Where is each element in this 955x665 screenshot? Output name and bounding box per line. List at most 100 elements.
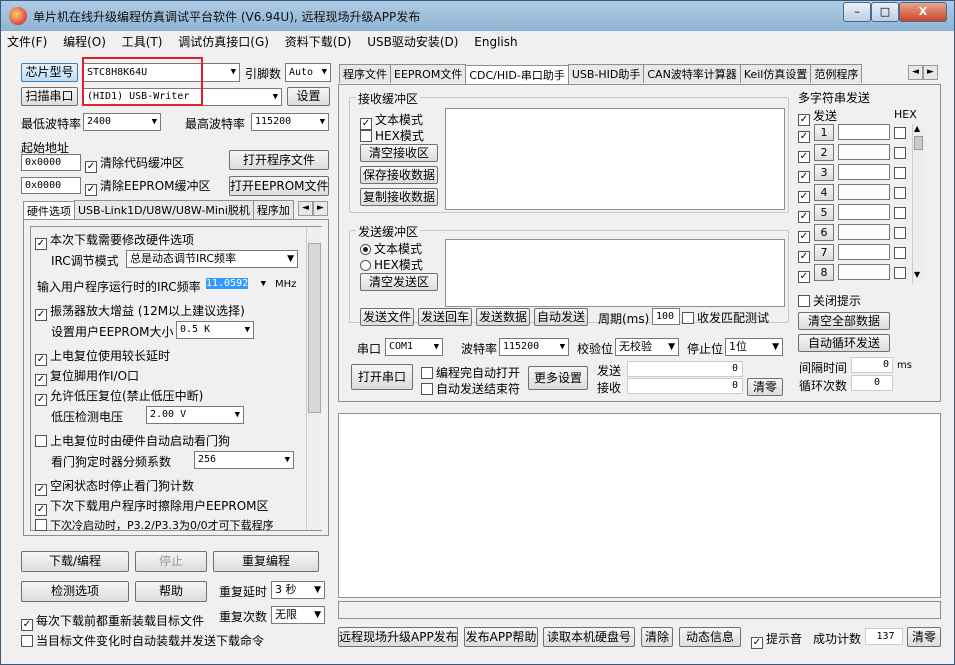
multi-row-input[interactable]	[838, 244, 890, 260]
multi-row-input[interactable]	[838, 144, 890, 160]
multi-row-hex-checkbox[interactable]	[894, 266, 909, 280]
multi-row-send-button[interactable]: 3	[814, 164, 834, 181]
multi-row-checkbox[interactable]: ✓	[798, 186, 813, 203]
period-input[interactable]: 100	[652, 308, 680, 325]
scroll-down-icon[interactable]: ▼	[914, 270, 920, 279]
menu-file[interactable]: 文件(F)	[7, 33, 47, 50]
tab-usb-link[interactable]: USB-Link1D/U8W/U8W-Mini脱机	[74, 200, 254, 219]
close-button[interactable]: X	[899, 2, 947, 22]
repeat-program-button[interactable]: 重复编程	[213, 551, 319, 572]
multi-row-hex-checkbox[interactable]	[894, 186, 909, 200]
send-cr-button[interactable]: 发送回车	[418, 308, 472, 326]
reload-before-checkbox[interactable]: ✓ 每次下载前都重新装载目标文件	[21, 612, 204, 631]
irc-mode-select[interactable]: 总是动态调节IRC频率 ▼	[126, 250, 298, 268]
tab-eeprom-file[interactable]: EEPROM文件	[390, 64, 467, 83]
max-baud-select[interactable]: 115200 ▼	[251, 113, 329, 131]
multi-row-send-button[interactable]: 8	[814, 264, 834, 281]
multi-row-checkbox[interactable]: ✓	[798, 166, 813, 183]
maximize-button[interactable]: □	[871, 2, 899, 22]
multi-row-checkbox[interactable]: ✓	[798, 146, 813, 163]
send-hex-mode-radio[interactable]: HEX模式	[360, 256, 423, 273]
multi-row-send-button[interactable]: 4	[814, 184, 834, 201]
multi-row-hex-checkbox[interactable]	[894, 246, 909, 260]
multi-row-hex-checkbox[interactable]	[894, 226, 909, 240]
remote-app-publish-button[interactable]: 远程现场升级APP发布	[338, 627, 458, 647]
tab-scroll-right-icon[interactable]: ►	[313, 201, 328, 216]
reset-success-count-button[interactable]: 清零	[907, 627, 941, 647]
power-delay-checkbox[interactable]: ✓ 上电复位使用较长延时	[35, 347, 170, 366]
p32-p33-checkbox[interactable]: 下次冷启动时，P3.2/P3.3为0/0才可下载程序	[35, 517, 274, 533]
tab-can-baud[interactable]: CAN波特率计算器	[643, 64, 741, 83]
receive-textarea[interactable]	[445, 108, 785, 210]
reset-io-checkbox[interactable]: ✓ 复位脚用作I/O口	[35, 367, 139, 386]
read-disk-id-button[interactable]: 读取本机硬盘号	[543, 627, 635, 647]
tab-program-file[interactable]: 程序文件	[339, 64, 391, 83]
tab-usb-hid[interactable]: USB-HID助手	[567, 64, 645, 83]
tip-sound-checkbox[interactable]: ✓ 提示音	[751, 630, 802, 649]
settings-button[interactable]: 设置	[287, 87, 330, 106]
tab-serial-assistant[interactable]: CDC/HID-串口助手	[465, 65, 569, 86]
open-eeprom-file-button[interactable]: 打开EEPROM文件	[229, 176, 329, 196]
tab-program-add[interactable]: 程序加	[252, 200, 294, 219]
auto-loop-send-button[interactable]: 自动循环发送	[798, 334, 890, 352]
idle-wdt-checkbox[interactable]: ✓ 空闲状态时停止看门狗计数	[35, 477, 194, 496]
erase-eeprom-checkbox[interactable]: ✓ 下次下载用户程序时擦除用户EEPROM区	[35, 497, 269, 516]
send-textarea[interactable]	[445, 239, 785, 307]
recv-hex-mode-checkbox[interactable]: HEX模式	[360, 127, 424, 144]
auto-open-checkbox[interactable]: 编程完自动打开	[421, 364, 520, 381]
open-port-button[interactable]: 打开串口	[351, 364, 413, 390]
stop-button[interactable]: 停止	[135, 551, 207, 572]
multi-row-checkbox[interactable]: ✓	[798, 206, 813, 223]
eeprom-size-select[interactable]: 0.5 K ▼	[176, 321, 254, 339]
multi-row-send-button[interactable]: 1	[814, 124, 834, 141]
wdt-auto-checkbox[interactable]: 上电复位时由硬件自动启动看门狗	[35, 432, 230, 449]
eeprom-address-input[interactable]: 0x0000	[21, 177, 81, 194]
scan-port-button[interactable]: 扫描串口	[21, 87, 78, 106]
interval-input[interactable]: 0	[851, 357, 893, 373]
clear-eeprom-checkbox[interactable]: ✓ 清除EEPROM缓冲区	[85, 177, 211, 196]
wdt-div-select[interactable]: 256 ▼	[194, 451, 294, 469]
auto-load-checkbox[interactable]: 当目标文件变化时自动装载并发送下载命令	[21, 632, 264, 649]
scroll-thumb[interactable]	[914, 136, 923, 150]
baud-rate-select[interactable]: 115200 ▼	[499, 338, 569, 356]
multi-row-hex-checkbox[interactable]	[894, 206, 909, 220]
multi-row-input[interactable]	[838, 264, 890, 280]
auto-send-button[interactable]: 自动发送	[534, 308, 588, 326]
multi-string-scrollbar[interactable]: ▲ ▼	[912, 124, 924, 284]
min-baud-select[interactable]: 2400 ▼	[83, 113, 161, 131]
lvd-reset-checkbox[interactable]: ✓ 允许低压复位(禁止低压中断)	[35, 387, 203, 406]
multi-row-hex-checkbox[interactable]	[894, 166, 909, 180]
multi-row-hex-checkbox[interactable]	[894, 126, 909, 140]
code-address-input[interactable]: 0x0000	[21, 154, 81, 171]
save-receive-button[interactable]: 保存接收数据	[360, 166, 438, 184]
app-help-button[interactable]: 发布APP帮助	[464, 627, 538, 647]
match-test-checkbox[interactable]: 收发匹配测试	[682, 309, 769, 326]
more-settings-button[interactable]: 更多设置	[528, 366, 588, 390]
repeat-delay-select[interactable]: 3 秒 ▼	[271, 581, 325, 599]
multi-row-send-button[interactable]: 6	[814, 224, 834, 241]
lvd-voltage-select[interactable]: 2.00 V ▼	[146, 406, 244, 424]
options-scrollbar[interactable]	[306, 227, 322, 530]
log-output-area[interactable]	[338, 413, 941, 598]
stop-bits-select[interactable]: 1位 ▼	[725, 338, 783, 356]
irc-freq-select[interactable]: 11.0592 ▼	[203, 276, 269, 294]
minimize-button[interactable]: –	[843, 2, 871, 22]
right-tab-scroll-left-icon[interactable]: ◄	[908, 65, 923, 80]
multi-row-checkbox[interactable]: ✓	[798, 246, 813, 263]
chip-type-button[interactable]: 芯片型号	[21, 63, 78, 82]
dynamic-info-button[interactable]: 动态信息	[679, 627, 741, 647]
tab-examples[interactable]: 范例程序	[810, 64, 863, 83]
multi-row-checkbox[interactable]: ✓	[798, 266, 813, 283]
menu-english[interactable]: English	[474, 35, 517, 49]
close-tip-checkbox[interactable]: 关闭提示	[798, 292, 861, 309]
auto-terminator-checkbox[interactable]: 自动发送结束符	[421, 380, 520, 397]
parity-select[interactable]: 无校验 ▼	[615, 338, 679, 356]
clear-counts-button[interactable]: 清零	[747, 378, 783, 396]
clear-code-checkbox[interactable]: ✓ 清除代码缓冲区	[85, 154, 184, 173]
right-tab-scroll-right-icon[interactable]: ►	[923, 65, 938, 80]
modify-hw-checkbox[interactable]: ✓ 本次下载需要修改硬件选项	[35, 231, 194, 250]
com-port-select[interactable]: COM1 ▼	[385, 338, 443, 356]
menu-debug[interactable]: 调试仿真接口(G)	[178, 33, 269, 50]
clear-log-button[interactable]: 清除	[641, 627, 673, 647]
multi-row-input[interactable]	[838, 164, 890, 180]
